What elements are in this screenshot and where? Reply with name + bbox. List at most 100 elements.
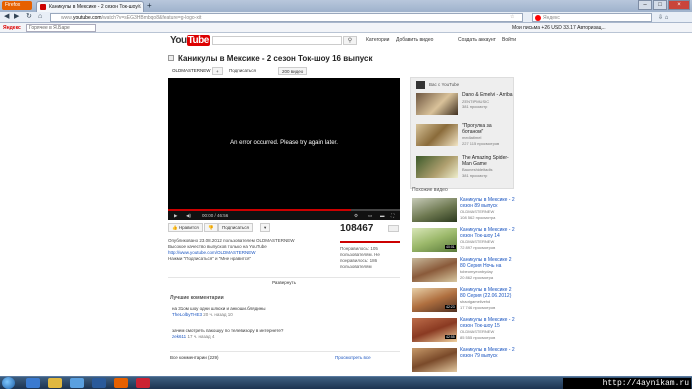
promoted-item[interactable]: "Прогулка за ботаном" mediatimel 227 115 п… bbox=[416, 123, 514, 146]
related-item[interactable]: Каникулы в Мексике - 2 сезон 89 выпуск OL… bbox=[412, 197, 515, 222]
categories-link[interactable]: Категории bbox=[366, 37, 389, 43]
minimize-icon[interactable]: – bbox=[638, 0, 652, 10]
comment-votes: 10 bbox=[227, 312, 233, 317]
show-more-button[interactable]: Развернуть bbox=[168, 277, 400, 285]
dislike-button[interactable]: 👎 bbox=[204, 223, 218, 232]
home-icon[interactable]: ⌂ bbox=[38, 13, 42, 21]
video-count-dropdown[interactable]: 200 видео bbox=[278, 67, 308, 75]
browser-search-input[interactable]: Яндекс bbox=[532, 13, 652, 22]
promoted-logo-icon bbox=[416, 81, 425, 89]
related-item[interactable]: 40:01 Каникулы в Мексике - 2 сезон Ток-ш… bbox=[412, 227, 515, 252]
video-thumbnail[interactable] bbox=[416, 156, 458, 178]
opera-icon[interactable] bbox=[136, 378, 150, 388]
close-tab-icon[interactable]: × bbox=[137, 2, 141, 12]
upload-link[interactable]: Добавить видео bbox=[396, 37, 433, 43]
video-thumbnail[interactable] bbox=[412, 198, 457, 222]
back-arrow-icon[interactable]: ◀ bbox=[4, 13, 9, 21]
theater-icon[interactable]: ▬ bbox=[380, 211, 385, 220]
windows-taskbar: http://4aynikam.ru bbox=[0, 376, 692, 389]
firefox-menu-button[interactable]: Firefox bbox=[2, 1, 32, 10]
yandex-search-input[interactable]: Горячее в Я.Баре bbox=[26, 24, 96, 32]
related-title[interactable]: Каникулы в Мексике - 2 сезон Ток-шоу 15 bbox=[460, 317, 515, 329]
start-button-icon[interactable] bbox=[2, 377, 15, 389]
settings-icon[interactable]: ⚙ bbox=[354, 211, 358, 220]
download-icon[interactable]: ⇩ ⌂ bbox=[658, 14, 668, 21]
close-window-icon[interactable]: × bbox=[668, 0, 690, 10]
video-description: Опубликовано 23.08.2012 пользователем OL… bbox=[168, 238, 333, 262]
add-icon[interactable]: + bbox=[212, 67, 223, 75]
related-item[interactable]: 42:23 Каникулы в Мексике 2 80 Серия (22.… bbox=[412, 287, 515, 312]
play-icon[interactable]: ▶ bbox=[174, 211, 177, 220]
sign-in-link[interactable]: Войти bbox=[502, 37, 516, 43]
promoted-title[interactable]: The Amazing Spider-Man Game bbox=[462, 155, 514, 167]
related-title[interactable]: Каникулы в Мексике 2 80 Серия Ночь на bbox=[460, 257, 515, 269]
yandex-logo[interactable]: Яндекс bbox=[3, 23, 21, 33]
video-thumbnail[interactable] bbox=[412, 348, 457, 372]
related-views: 85 555 просмотров bbox=[460, 334, 496, 340]
comment-votes: 4 bbox=[211, 334, 215, 339]
view-all-link[interactable]: Просмотреть все bbox=[335, 355, 371, 360]
bookmark-star-icon[interactable]: ☆ bbox=[510, 14, 514, 20]
related-heading: Похожие видео bbox=[412, 187, 448, 193]
related-title[interactable]: Каникулы в Мексике - 2 сезон 79 выпуск bbox=[460, 347, 515, 359]
video-thumbnail[interactable] bbox=[412, 258, 457, 282]
comment-user[interactable]: zek611 bbox=[172, 334, 186, 339]
promoted-item[interactable]: The Amazing Spider-Man Game Bauneshideita… bbox=[416, 155, 514, 178]
promoted-title[interactable]: Dano & Emelvi - Arriba bbox=[462, 92, 514, 99]
fullscreen-icon[interactable]: ⛶ bbox=[391, 211, 394, 220]
youtube-logo[interactable]: YouTube bbox=[170, 35, 210, 47]
youtube-search-input[interactable] bbox=[212, 36, 342, 45]
add-to-dropdown[interactable]: ▾ bbox=[260, 223, 271, 232]
video-thumbnail[interactable] bbox=[416, 93, 458, 115]
related-views: 17 746 просмотров bbox=[460, 304, 496, 310]
related-views: 20 862 просмотра bbox=[460, 274, 494, 280]
related-item[interactable]: Каникулы в Мексике 2 80 Серия Ночь на tob… bbox=[412, 257, 515, 282]
promoted-views: 381 просмотр bbox=[462, 172, 488, 178]
video-duration: 42:55 bbox=[445, 335, 456, 339]
stats-icon[interactable] bbox=[388, 225, 399, 232]
volume-icon[interactable]: ◀) bbox=[186, 211, 191, 220]
promoted-title[interactable]: "Прогулка за ботаном" bbox=[462, 123, 514, 135]
media-player-icon[interactable] bbox=[70, 378, 84, 388]
related-title[interactable]: Каникулы в Мексике 2 80 Серия (22.06.201… bbox=[460, 287, 515, 299]
logo-you: You bbox=[170, 35, 187, 46]
view-count: 108467 bbox=[340, 223, 374, 234]
explorer-icon[interactable] bbox=[48, 378, 62, 388]
channel-name[interactable]: OLDMASTERNEW bbox=[168, 67, 214, 75]
related-title[interactable]: Каникулы в Мексике - 2 сезон Ток-шоу 14 bbox=[460, 227, 515, 239]
promoted-header: Вас с YouTube bbox=[411, 78, 513, 92]
all-comments-label[interactable]: Все комментарии (229) bbox=[170, 355, 219, 360]
firefox-icon[interactable] bbox=[114, 378, 128, 388]
yandex-bar-widgets[interactable]: Мои письма +26 USD 33.17 Авторизац... bbox=[512, 23, 606, 33]
watermark-url: http://4aynikam.ru bbox=[563, 378, 691, 389]
video-player[interactable]: An error occurred. Please try again late… bbox=[168, 78, 400, 220]
video-thumbnail[interactable] bbox=[416, 124, 458, 146]
promoted-views: 381 просмотр bbox=[462, 104, 488, 109]
player-controls: ▶ ◀) 00:00 / 46:56 ⚙ ▭ ▬ ⛶ bbox=[168, 211, 400, 220]
related-title[interactable]: Каникулы в Мексике - 2 сезон 89 выпуск bbox=[460, 197, 515, 209]
channel-subscribe-button[interactable]: Подписаться bbox=[226, 67, 259, 75]
browser-tab[interactable]: Каникулы в Мексике - 2 сезон Ток-шоу... … bbox=[36, 1, 144, 12]
related-item[interactable]: 42:55 Каникулы в Мексике - 2 сезон Ток-ш… bbox=[412, 317, 515, 342]
related-item[interactable]: Каникулы в Мексике - 2 сезон 79 выпуск bbox=[412, 347, 515, 372]
subscribe-button[interactable]: Подписаться bbox=[218, 223, 253, 232]
reload-icon[interactable]: ↻ bbox=[26, 13, 32, 21]
app-icon[interactable] bbox=[92, 378, 106, 388]
likes-text: Понравилось: 105 пользователям. Не понра… bbox=[340, 246, 380, 269]
new-tab-icon[interactable]: + bbox=[147, 2, 152, 10]
maximize-icon[interactable]: □ bbox=[653, 0, 667, 10]
comment-age: 17 ч. назад bbox=[187, 334, 211, 339]
yandex-toolbar: Яндекс Горячее в Я.Баре Мои письма +26 U… bbox=[0, 23, 692, 33]
comment-user[interactable]: TheLolbyTHE3 bbox=[172, 312, 202, 317]
player-error-message: An error occurred. Please try again late… bbox=[230, 140, 338, 146]
promoted-item[interactable]: Dano & Emelvi - Arriba ZENTIPMUSIC 381 про… bbox=[416, 92, 514, 115]
popout-icon[interactable]: ▭ bbox=[368, 211, 372, 220]
logo-tube: Tube bbox=[186, 35, 210, 46]
create-account-link[interactable]: Создать аккаунт bbox=[458, 37, 496, 43]
address-bar[interactable]: www.youtube.com/watch?v=sEG3HBmbqo8&feat… bbox=[50, 13, 523, 22]
ie-icon[interactable] bbox=[26, 378, 40, 388]
video-duration: 42:23 bbox=[445, 305, 456, 309]
search-icon[interactable]: ⚲ bbox=[343, 36, 357, 45]
forward-arrow-icon[interactable]: ▶ bbox=[14, 13, 19, 21]
like-button[interactable]: 👍 Нравится bbox=[168, 223, 203, 232]
